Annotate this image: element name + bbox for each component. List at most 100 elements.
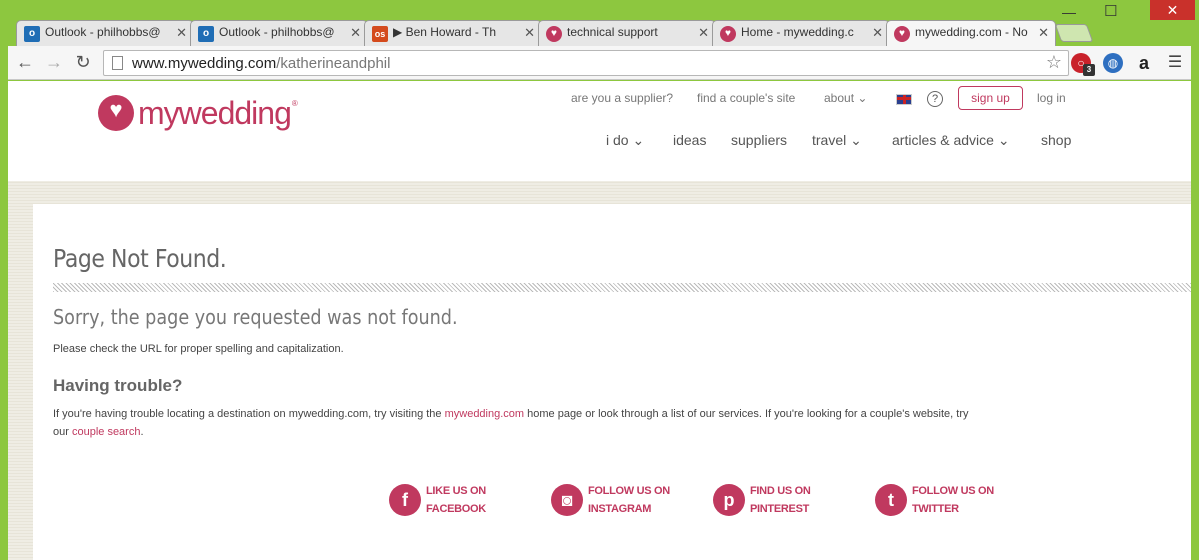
- couple-search-link[interactable]: couple search: [72, 426, 141, 438]
- chevron-down-icon: ⌄: [632, 132, 645, 148]
- tab-title: ▶ Ben Howard - Th: [393, 25, 497, 39]
- bookmark-star-icon[interactable]: ☆: [1046, 52, 1062, 73]
- facebook-label: LIKE US ON FACEBOOK: [426, 482, 516, 518]
- chevron-down-icon: ⌄: [857, 91, 868, 105]
- logo-registered-mark: ®: [291, 99, 298, 108]
- nav-label: i do: [606, 132, 629, 148]
- outlook-icon: o: [198, 26, 214, 42]
- browser-toolbar: ← → ↻ www.mywedding.com/katherineandphil…: [8, 46, 1191, 80]
- nav-articles-advice[interactable]: articles & advice ⌄: [892, 132, 1010, 149]
- nav-shop[interactable]: shop: [1041, 132, 1071, 148]
- forward-arrow-icon[interactable]: →: [43, 52, 65, 73]
- tab-close-icon[interactable]: ✕: [524, 25, 535, 41]
- tab-close-icon[interactable]: ✕: [1038, 25, 1049, 41]
- nav-travel[interactable]: travel ⌄: [812, 132, 862, 149]
- chevron-down-icon: ⌄: [850, 132, 862, 148]
- tab-title: Outlook - philhobbs@: [219, 25, 335, 39]
- heart-icon: ♥: [894, 26, 910, 42]
- tab-close-icon[interactable]: ✕: [350, 25, 361, 41]
- hatched-divider: [53, 283, 1191, 292]
- about-menu[interactable]: about ⌄: [824, 91, 867, 105]
- nav-suppliers[interactable]: suppliers: [731, 132, 787, 148]
- tab-close-icon[interactable]: ✕: [698, 25, 709, 41]
- tab-title: technical support: [567, 25, 658, 39]
- tab-title: Outlook - philhobbs@: [45, 25, 161, 39]
- maximize-button[interactable]: ☐: [1104, 2, 1117, 20]
- mywedding-logo[interactable]: mywedding ®: [98, 93, 298, 133]
- url-host: www.mywedding.com: [132, 55, 277, 72]
- twitter-line2: TWITTER: [912, 503, 959, 515]
- minimize-button[interactable]: —: [1062, 4, 1076, 20]
- pinterest-line1: FIND US ON: [750, 485, 811, 497]
- instagram-icon: ◙: [551, 484, 583, 516]
- tab-technical-support[interactable]: ♥ technical support ✕: [538, 20, 716, 46]
- url-path: /katherineandphil: [276, 55, 391, 72]
- menu-icon[interactable]: ☰: [1165, 53, 1185, 73]
- heart-icon: ♥: [546, 26, 562, 42]
- tab-strip: o Outlook - philhobbs@ ✕ o Outlook - phi…: [8, 20, 1108, 47]
- instagram-line2: INSTAGRAM: [588, 503, 652, 515]
- outlook-icon: o: [24, 26, 40, 42]
- help-icon[interactable]: ?: [927, 91, 943, 107]
- page-viewport: mywedding ® are you a supplier? find a c…: [8, 81, 1191, 560]
- help-text: If you're having trouble locating a dest…: [53, 408, 445, 420]
- sign-up-button[interactable]: sign up: [958, 86, 1023, 110]
- chevron-down-icon: ⌄: [997, 132, 1010, 148]
- instagram-line1: FOLLOW US ON: [588, 485, 670, 497]
- help-text: .: [140, 426, 144, 438]
- pinterest-social-link[interactable]: p FIND US ON PINTEREST: [713, 482, 840, 518]
- heart-icon: ♥: [720, 26, 736, 42]
- not-found-message: Sorry, the page you requested was not fo…: [53, 305, 458, 329]
- window-close-button[interactable]: ✕: [1150, 0, 1195, 20]
- tab-title: mywedding.com - No: [915, 25, 1028, 39]
- twitter-icon: t: [875, 484, 907, 516]
- check-url-message: Please check the URL for proper spelling…: [53, 343, 344, 355]
- tab-close-icon[interactable]: ✕: [872, 25, 883, 41]
- url-text: www.mywedding.com/katherineandphil: [132, 55, 390, 72]
- page-icon: [112, 56, 123, 70]
- tab-mywedding-active[interactable]: ♥ mywedding.com - No ✕: [886, 20, 1056, 47]
- help-paragraph: If you're having trouble locating a dest…: [53, 405, 983, 441]
- back-arrow-icon[interactable]: ←: [14, 52, 36, 73]
- mywedding-home-link[interactable]: mywedding.com: [445, 408, 524, 420]
- content-card: Page Not Found. Sorry, the page you requ…: [33, 204, 1191, 560]
- twitter-social-link[interactable]: t FOLLOW US ON TWITTER: [875, 482, 1002, 518]
- heart-logo-icon: [98, 95, 134, 131]
- address-bar[interactable]: www.mywedding.com/katherineandphil ☆: [103, 50, 1069, 76]
- nav-label: articles & advice: [892, 132, 994, 148]
- nav-ideas[interactable]: ideas: [673, 132, 706, 148]
- uk-flag-icon[interactable]: [896, 94, 912, 105]
- tab-outlook-1[interactable]: o Outlook - philhobbs@ ✕: [16, 20, 194, 46]
- having-trouble-heading: Having trouble?: [53, 376, 183, 395]
- instagram-label: FOLLOW US ON INSTAGRAM: [588, 482, 678, 518]
- pinterest-icon: p: [713, 484, 745, 516]
- instagram-social-link[interactable]: ◙ FOLLOW US ON INSTAGRAM: [551, 482, 678, 518]
- page-title: Page Not Found.: [53, 244, 227, 273]
- supplier-link[interactable]: are you a supplier?: [571, 91, 673, 105]
- tab-close-icon[interactable]: ✕: [176, 25, 187, 41]
- tab-outlook-2[interactable]: o Outlook - philhobbs@ ✕: [190, 20, 368, 46]
- amazon-icon[interactable]: a: [1134, 53, 1154, 73]
- facebook-social-link[interactable]: f LIKE US ON FACEBOOK: [389, 482, 516, 518]
- log-in-link[interactable]: log in: [1037, 91, 1066, 105]
- globe-icon[interactable]: ◍: [1103, 53, 1123, 73]
- pinterest-label: FIND US ON PINTEREST: [750, 482, 840, 518]
- twitter-label: FOLLOW US ON TWITTER: [912, 482, 1002, 518]
- facebook-line1: LIKE US ON: [426, 485, 486, 497]
- browser-window: — ☐ ✕ o Outlook - philhobbs@ ✕ o Outlook…: [0, 0, 1199, 560]
- facebook-icon: f: [389, 484, 421, 516]
- reload-icon[interactable]: ↻: [72, 52, 94, 73]
- nav-label: travel: [812, 132, 847, 148]
- find-couple-link[interactable]: find a couple's site: [697, 91, 795, 105]
- tab-title: Home - mywedding.c: [741, 25, 854, 39]
- tab-home-mywedding[interactable]: ♥ Home - mywedding.c ✕: [712, 20, 890, 46]
- lastfm-icon: os: [372, 26, 388, 42]
- twitter-line1: FOLLOW US ON: [912, 485, 994, 497]
- about-label: about: [824, 91, 855, 105]
- tab-ben-howard[interactable]: os ▶ Ben Howard - Th ✕: [364, 20, 542, 46]
- pinterest-line2: PINTEREST: [750, 503, 810, 515]
- facebook-line2: FACEBOOK: [426, 503, 486, 515]
- logo-text: mywedding: [138, 94, 292, 131]
- new-tab-button[interactable]: [1054, 24, 1094, 42]
- nav-i-do[interactable]: i do ⌄: [606, 132, 644, 149]
